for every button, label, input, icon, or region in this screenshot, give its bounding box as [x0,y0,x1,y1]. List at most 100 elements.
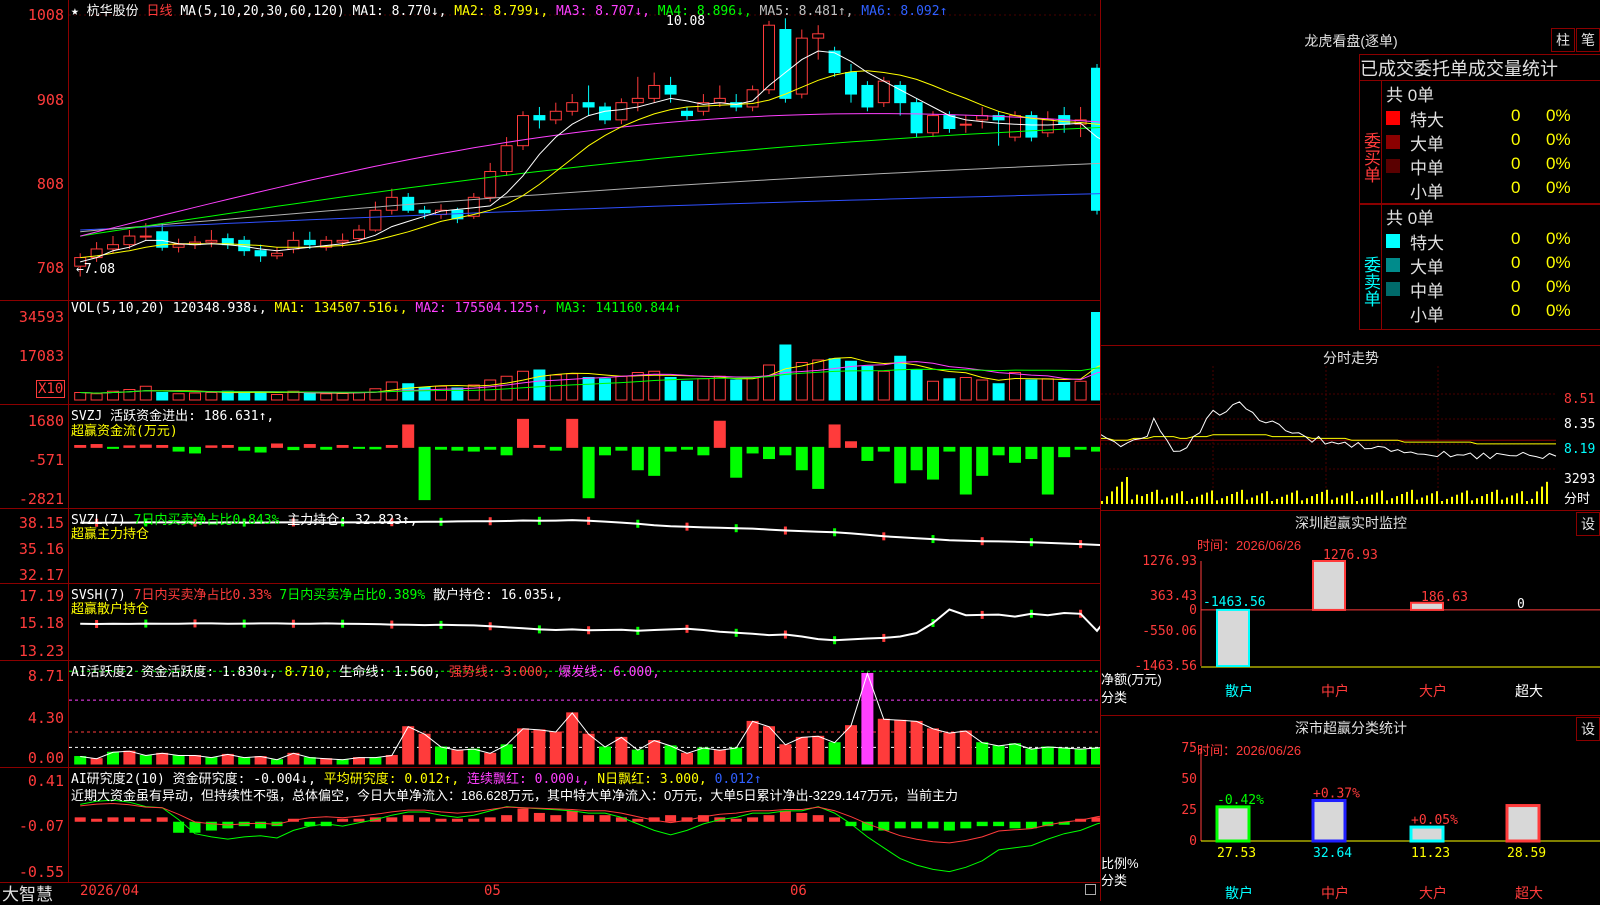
period-label[interactable]: 日线 [147,4,173,19]
research-bar [730,818,742,822]
activity-bar [992,745,1005,765]
activity-bar [845,725,857,765]
research-bar [796,812,808,822]
mon-ytick: 1276.93 [1142,554,1197,569]
activity-bar [681,752,693,765]
kline-panel[interactable]: 1008 908 808 708 ★ 杭华股份 日线 MA(5,10,20,30… [0,0,1100,301]
flow-bar [697,446,710,456]
flow-bar [599,446,611,456]
bar-view-button[interactable]: 柱 [1551,28,1575,52]
flow-bar [189,446,201,454]
flow-bar [861,446,874,461]
volume-bar [451,387,464,401]
hold-line [80,608,1100,642]
mon-value-label: -1463.56 [1203,595,1266,610]
fs-volume-bar [1466,490,1468,504]
flow-bar [435,446,447,450]
flow-bar [287,446,300,451]
research-bar [599,815,611,822]
cls-ytick: 75 [1181,741,1197,756]
research-bar [156,817,168,822]
fs-volume-bar [1186,501,1188,504]
candle [1091,67,1100,211]
research-bar [943,821,955,831]
activity-bar [648,740,661,765]
order-count: 0 [1511,277,1521,296]
flow-bar [336,444,349,448]
vol-param: VOL(5,10,20) [71,301,165,316]
swatch-icon [1386,258,1400,272]
research-bar [353,818,365,822]
flow-bar [1009,446,1021,463]
ai1-peak: 8.710, [284,665,332,680]
volume-bar [959,377,972,401]
flow-bar [271,443,283,448]
fs-volume-bar [1251,497,1253,504]
ai-activity-panel[interactable]: 8.71 4.30 0.00 AI活跃度2 资金活跃度: 1.830↓, 8.7… [0,660,1100,768]
kline-legend: ★ 杭华股份 日线 MA(5,10,20,30,60,120) MA1: 8.7… [71,0,947,19]
intraday-panel[interactable]: 分时走势 8.51 8.35 8.19 3293 分时 [1100,345,1600,511]
candle [1041,119,1054,134]
candle [845,72,857,95]
flow-bar [910,446,923,471]
volume-bar [992,383,1005,401]
volume-bar [1009,372,1021,401]
cls-value-label: 11.23 [1411,846,1450,861]
sell-total: 共 0单 [1386,209,1435,228]
lock-icon[interactable] [1085,884,1096,895]
fs-volume-bar [1321,491,1323,504]
candle [943,115,956,129]
volume-panel[interactable]: 34593 17083 X10 VOL(5,10,20) 120348.938↓… [0,300,1100,405]
activity-bar [320,758,333,765]
monitor-panel[interactable]: 深圳超赢实时监控 设 时间：2026/06/26 1276.93 363.43 0-… [1100,510,1600,716]
fs-volume-bar [1461,492,1463,504]
fs-volume-bar [1496,489,1498,504]
flow-bar [730,446,743,478]
vol-value: 120348.938↓, [172,301,267,316]
fs-volume-bar [1521,491,1523,504]
flow-bar [959,446,972,495]
activity-bar [1025,748,1038,765]
tick-view-button[interactable]: 笔 [1576,28,1600,52]
candle [615,102,628,121]
fs-volume-bar [1441,501,1443,504]
svzl-panel[interactable]: 38.15 35.16 32.17 SVZL(7) 7日内买卖净占比0.843%… [0,508,1100,584]
star-icon[interactable]: ★ [71,4,79,19]
class-stats-chart[interactable]: 75 50 25 0 -0.42% 27.53 散户 +0.37% 32.64 中户 +0.05% 1… [1101,716,1600,901]
svsh-panel[interactable]: 17.19 15.18 13.23 SVSH(7) 7日内买卖净占比0.33% … [0,583,1100,661]
fs-volume-bar [1316,494,1318,504]
ma5-line [80,162,1100,233]
volume-bar [1091,312,1100,401]
buy-total: 共 0单 [1386,86,1435,105]
ma1-line [80,50,1100,263]
volume-bar [877,370,890,401]
stock-name[interactable]: 杭华股份 [87,4,139,19]
research-bar [911,821,923,829]
order-row: 特大 0 0% [1386,106,1586,130]
candle [418,209,431,214]
cls-category: 超大 [1515,885,1543,901]
research-bar [763,815,775,822]
activity-bar [910,720,923,765]
candle [254,250,267,257]
flow-bar [894,446,907,484]
class-stats-panel[interactable]: 深市超赢分类统计 设 时间：2026/06/26 75 50 25 0 -0.42% 27… [1100,715,1600,901]
intraday-canvas[interactable] [1101,346,1600,511]
monitor-chart[interactable]: 1276.93363.430-550.06-1463.56-1463.56散户1… [1101,511,1600,716]
activity-bar [697,747,710,765]
flow-bar [500,446,513,456]
candle [648,84,661,99]
svzj-panel[interactable]: 1680 -571 -2821 SVZJ 活跃资金进出: 186.631↑, 超… [0,404,1100,509]
order-pct: 0% [1546,154,1571,173]
svzl-pct: 7日内买卖净占比0.843% [133,513,280,528]
svsh-subtitle: 超赢散户持仓 [71,602,150,617]
order-pct: 0% [1546,253,1571,272]
fs-volume-bar [1476,498,1478,504]
candle [517,115,529,147]
activity-bar [74,756,87,765]
ai-research-panel[interactable]: 0.41 -0.07 -0.55 AI研究度2(10) 资金研究度: -0.00… [0,767,1100,882]
research-bar [861,821,873,831]
fs-volume-bar [1226,496,1228,504]
volume-bar [599,378,611,401]
kline-canvas[interactable] [0,0,1100,300]
